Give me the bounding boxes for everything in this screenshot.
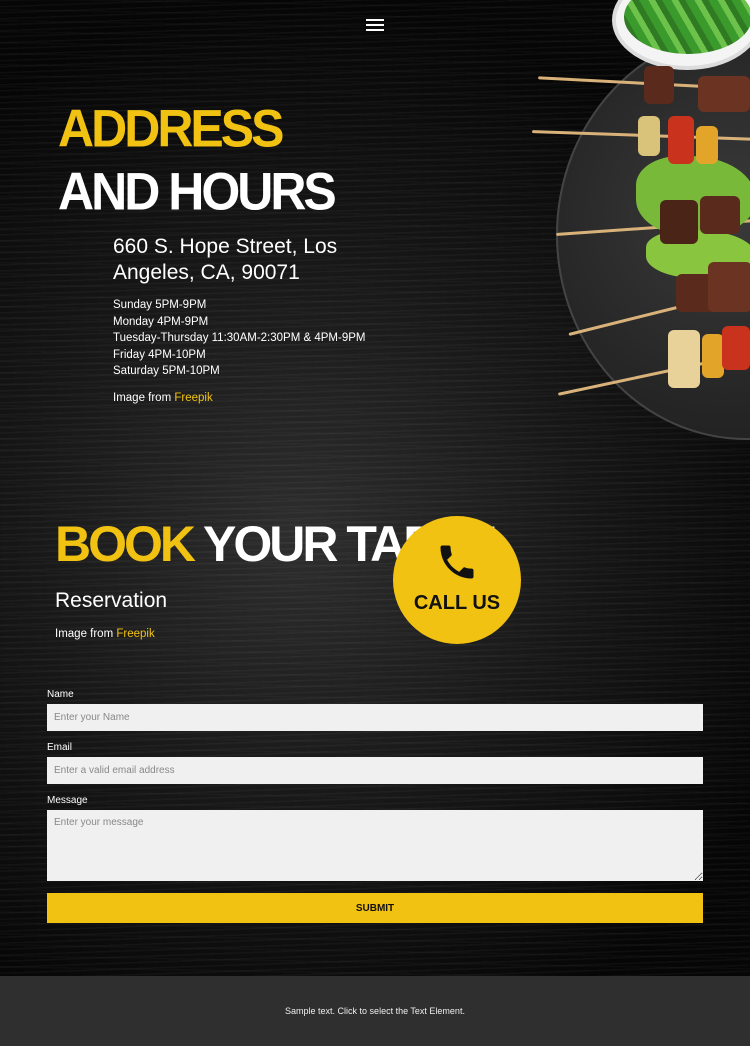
hours-line: Saturday 5PM-10PM (113, 365, 220, 377)
hours-line: Friday 4PM-10PM (113, 348, 206, 361)
call-us-label: CALL US (413, 592, 501, 614)
reservation-subtitle: Reservation (55, 589, 168, 612)
image-credit: Image from Freepik (113, 392, 213, 404)
footer-text[interactable]: Sample text. Click to select the Text El… (0, 976, 750, 1046)
message-field[interactable] (47, 810, 703, 881)
credit-prefix: Image from (113, 392, 172, 404)
email-label: Email (47, 742, 73, 753)
address-title-line2: AND HOURS (58, 162, 337, 221)
call-us-button[interactable]: CALL US (393, 516, 521, 644)
message-label: Message (47, 795, 88, 806)
freepik-link[interactable]: Freepik (174, 392, 212, 404)
name-label: Name (47, 689, 74, 700)
hamburger-menu-icon[interactable] (366, 16, 384, 32)
hero-background: ADDRESS AND HOURS 660 S. Hope Street, Lo… (0, 0, 750, 976)
phone-icon (440, 545, 474, 579)
hours-line: Sunday 5PM-9PM (113, 299, 207, 311)
address-title-line1: ADDRESS (58, 99, 284, 158)
booking-title-yellow: BOOK (55, 516, 196, 572)
street-address: 660 S. Hope Street, Los Angeles, CA, 900… (113, 235, 338, 284)
footer: Sample text. Click to select the Text El… (0, 976, 750, 1046)
submit-button[interactable]: SUBMIT (47, 893, 703, 923)
address-title: ADDRESS AND HOURS (58, 97, 337, 223)
freepik-link[interactable]: Freepik (116, 628, 154, 640)
credit-prefix: Image from (55, 628, 114, 640)
hours-line: Monday 4PM-9PM (113, 315, 209, 328)
hours-line: Tuesday-Thursday 11:30AM-2:30PM & 4PM-9P… (113, 332, 366, 344)
name-field[interactable] (47, 704, 703, 731)
opening-hours: Sunday 5PM-9PM Monday 4PM-9PM Tuesday-Th… (113, 297, 365, 380)
image-credit: Image from Freepik (55, 628, 155, 640)
email-field[interactable] (47, 757, 703, 784)
reservation-form: Name Email Message SUBMIT (47, 689, 703, 923)
